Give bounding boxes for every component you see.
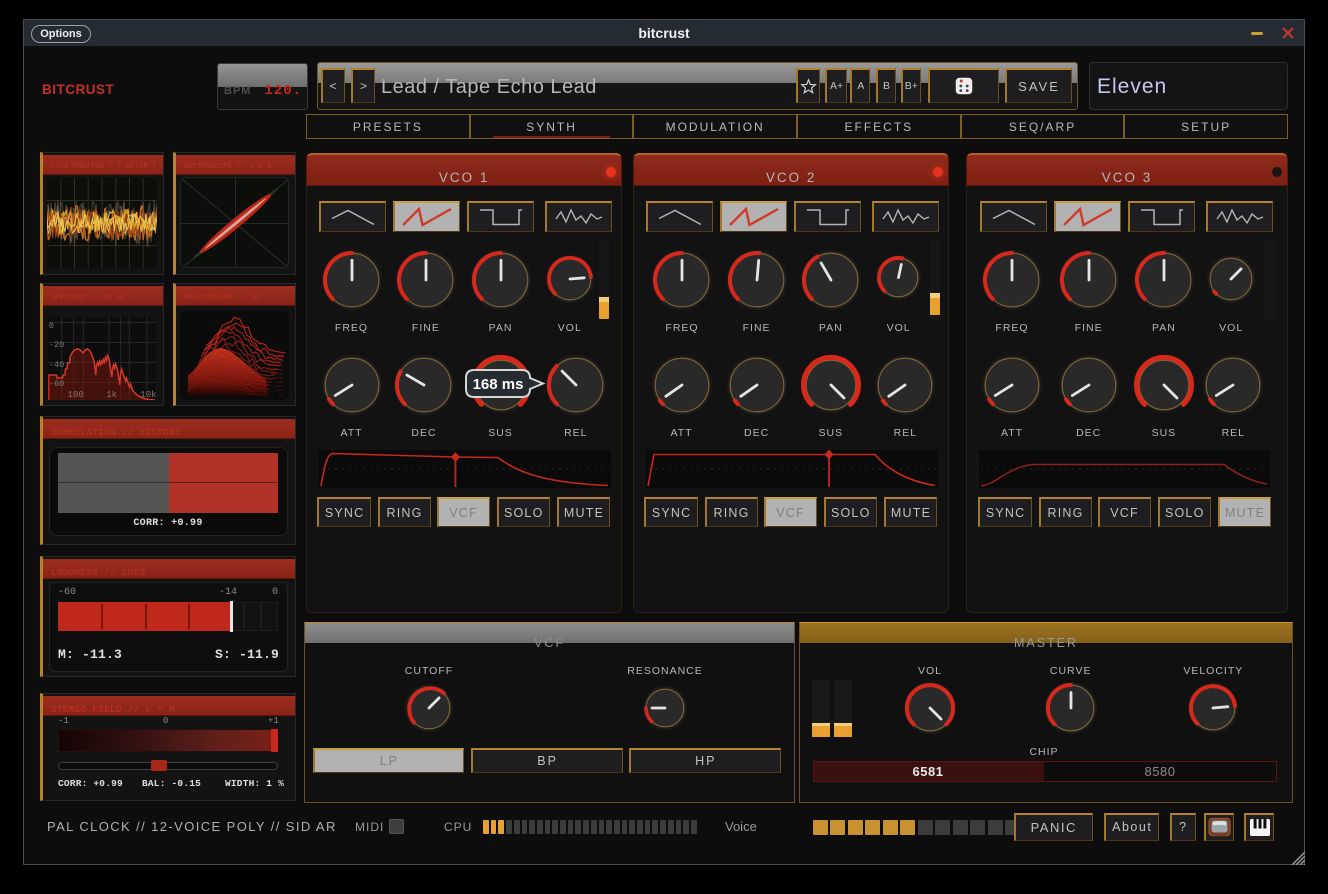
svg-text:168 ms: 168 ms [473,376,524,393]
